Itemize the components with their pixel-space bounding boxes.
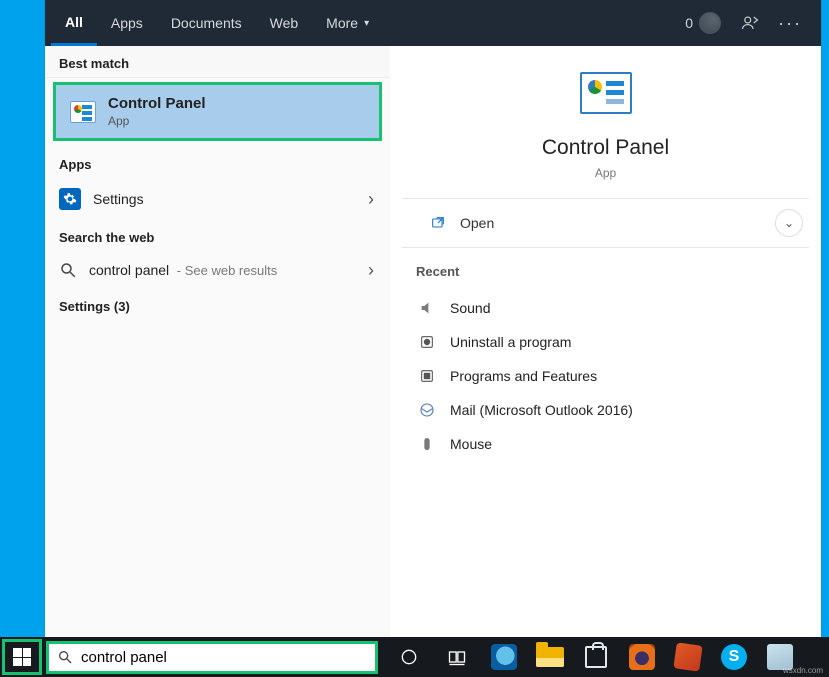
open-icon [430,215,446,231]
tab-more[interactable]: More▾ [312,0,383,46]
apps-label: Apps [45,147,390,178]
search-web-label: Search the web [45,220,390,251]
windows-logo-icon [13,648,31,666]
sound-icon [418,299,436,317]
preview-subtitle: App [595,166,616,180]
recent-item-label: Uninstall a program [450,334,571,350]
taskbar-search-input[interactable] [81,649,367,666]
task-view-button[interactable] [436,637,478,677]
recent-item-label: Mouse [450,436,492,452]
control-panel-icon [70,101,96,123]
taskbar: S [0,637,829,677]
mouse-icon [418,435,436,453]
open-label: Open [460,215,494,231]
edge-icon [491,644,517,670]
cortana-button[interactable] [388,637,430,677]
start-button[interactable] [2,639,42,675]
recent-item-mouse[interactable]: Mouse [416,427,795,461]
settings-group-label[interactable]: Settings (3) [45,289,390,320]
control-panel-icon [580,72,632,114]
start-search-panel: All Apps Documents Web More▾ 0 ··· [45,0,821,638]
recent-item-sound[interactable]: Sound [416,291,795,325]
recent-item-label: Mail (Microsoft Outlook 2016) [450,402,633,418]
recent-item-uninstall[interactable]: Uninstall a program [416,325,795,359]
box-icon [673,642,702,671]
uninstall-icon [418,333,436,351]
best-match-label: Best match [45,46,390,78]
taskbar-app-box[interactable] [668,637,708,677]
recent-item-label: Sound [450,300,490,316]
preview-column: Control Panel App Open ⌄ Recent [390,46,821,638]
feedback-button[interactable] [739,12,761,34]
taskbar-search-box[interactable] [46,641,378,674]
search-icon [57,649,73,665]
chevron-down-icon: ▾ [364,18,369,29]
recent-item-mail[interactable]: Mail (Microsoft Outlook 2016) [416,393,795,427]
taskbar-app-skype[interactable]: S [714,637,754,677]
web-result-control-panel[interactable]: control panel - See web results › [45,251,390,289]
tab-apps[interactable]: Apps [97,0,157,46]
search-header: All Apps Documents Web More▾ 0 ··· [45,0,821,46]
more-options-button[interactable]: ··· [779,12,801,34]
web-query-text: control panel [89,262,169,278]
store-icon [585,646,607,668]
tab-documents[interactable]: Documents [157,0,256,46]
preview-title: Control Panel [542,136,669,160]
mail-icon [418,401,436,419]
best-match-control-panel[interactable]: Control Panel App [53,82,382,141]
results-column: Best match Control Panel App Apps Settin… [45,46,390,638]
tab-all[interactable]: All [51,0,97,46]
apps-item-settings[interactable]: Settings › [45,178,390,220]
gear-icon [59,188,81,210]
taskbar-app-firefox[interactable] [622,637,662,677]
chevron-right-icon: › [368,189,374,210]
file-explorer-icon [536,647,564,667]
open-action[interactable]: Open ⌄ [402,199,809,248]
recent-item-label: Programs and Features [450,368,597,384]
tab-web[interactable]: Web [256,0,313,46]
watermark: wsxdn.com [783,666,823,675]
programs-icon [418,367,436,385]
taskbar-app-store[interactable] [576,637,616,677]
best-match-subtitle: App [108,114,206,128]
chevron-down-icon: ⌄ [784,216,794,230]
rewards-points[interactable]: 0 [685,12,721,34]
search-icon [59,261,77,279]
web-suffix-text: - See web results [173,263,277,278]
firefox-icon [629,644,655,670]
taskbar-app-edge[interactable] [484,637,524,677]
skype-icon: S [721,644,747,670]
medal-icon [699,12,721,34]
apps-item-label: Settings [93,191,144,207]
chevron-right-icon: › [368,260,374,281]
taskbar-app-file-explorer[interactable] [530,637,570,677]
best-match-title: Control Panel [108,95,206,112]
recent-item-programs[interactable]: Programs and Features [416,359,795,393]
expand-button[interactable]: ⌄ [775,209,803,237]
recent-label: Recent [416,264,795,279]
desktop: All Apps Documents Web More▾ 0 ··· [0,0,829,677]
